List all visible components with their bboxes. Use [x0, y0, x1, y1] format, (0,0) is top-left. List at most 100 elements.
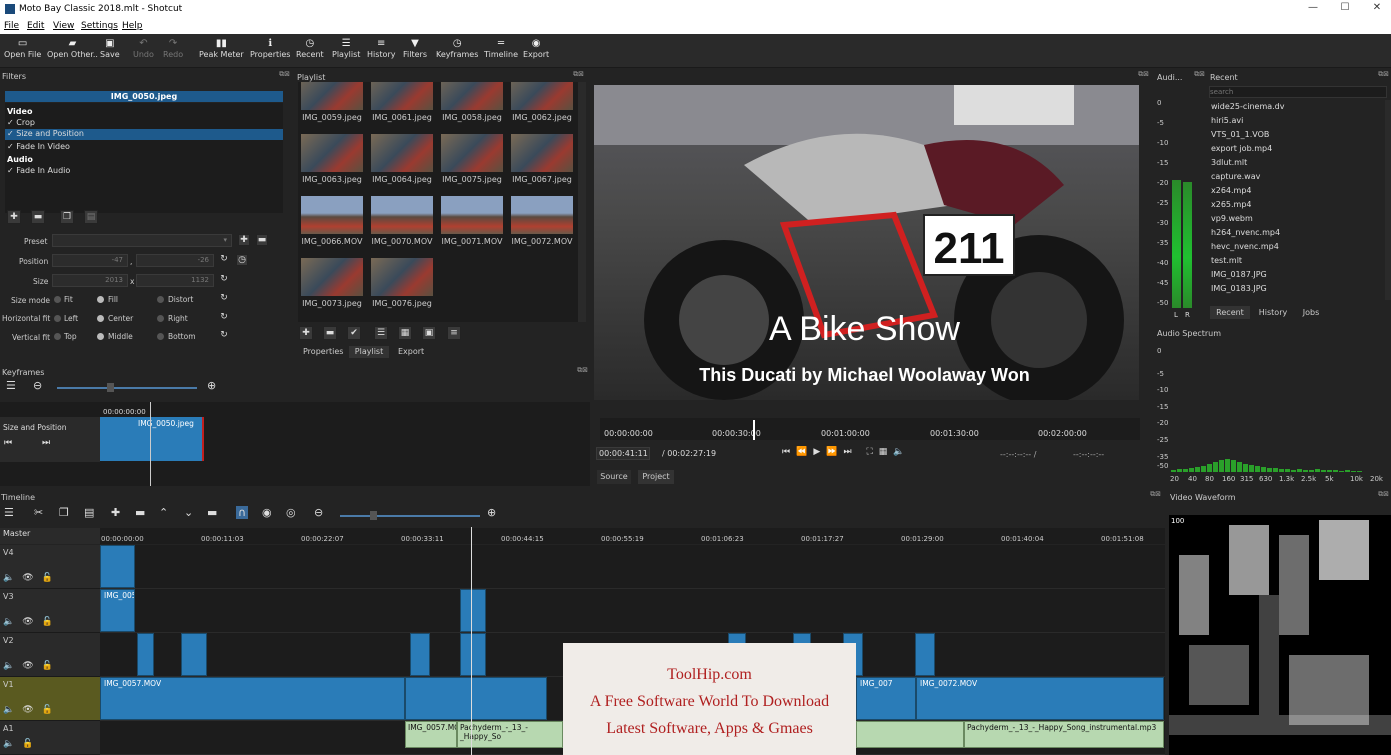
- tab-project[interactable]: Project: [638, 470, 674, 484]
- position-x-field[interactable]: -47: [52, 254, 128, 267]
- timeline-clip[interactable]: IMG_0072.MOV: [916, 677, 1164, 720]
- tab-history[interactable]: History: [1253, 306, 1293, 319]
- menu-settings[interactable]: Settings: [81, 21, 118, 31]
- timeline-zoom-handle[interactable]: [370, 511, 377, 520]
- mute-icon[interactable]: 🔈: [3, 661, 14, 671]
- keyframe-toggle-icon[interactable]: ◷: [236, 254, 248, 266]
- playlist-item[interactable]: IMG_0072.MOV: [509, 196, 575, 256]
- track-header-v2[interactable]: V2 🔈 👁 🔓: [0, 633, 100, 677]
- menu-help[interactable]: Help: [122, 21, 143, 31]
- audio-clip[interactable]: Pachyderm_-_13_-_Happy_So: [457, 721, 563, 748]
- minimize-button[interactable]: —: [1303, 2, 1323, 16]
- mute-icon[interactable]: 🔈: [3, 573, 14, 583]
- previous-keyframe-icon[interactable]: ⏮: [4, 438, 12, 448]
- zoom-out-icon[interactable]: ⊖: [33, 379, 42, 392]
- mute-icon[interactable]: 🔈: [3, 705, 14, 715]
- playlist-item[interactable]: IMG_0070.MOV: [369, 196, 435, 256]
- keyframes-clip[interactable]: IMG_0050.jpeg: [100, 417, 204, 461]
- reset-icon[interactable]: ↻: [218, 312, 230, 324]
- recent-item[interactable]: 3dlut.mlt: [1211, 158, 1247, 167]
- playlist-item[interactable]: IMG_0059.jpeg: [299, 82, 365, 132]
- toolbar-button-keyframes[interactable]: ◷ Keyframes: [436, 38, 478, 59]
- zoom-in-icon[interactable]: ⊕: [487, 506, 496, 519]
- menu-edit[interactable]: Edit: [27, 21, 44, 31]
- playlist-item[interactable]: IMG_0075.jpeg: [439, 134, 505, 194]
- recent-item[interactable]: test.mlt: [1211, 256, 1242, 265]
- radio-top[interactable]: [54, 333, 61, 340]
- radio-middle[interactable]: [97, 333, 104, 340]
- dock-icon[interactable]: ⧉⊠: [279, 70, 290, 79]
- toolbar-button-history[interactable]: ≡ History: [367, 38, 395, 59]
- dock-icon[interactable]: ⧉⊠: [1194, 70, 1205, 79]
- audio-clip[interactable]: Pachyderm_-_13_-_Happy_Song_instrumental…: [964, 721, 1164, 748]
- timeline-clip[interactable]: IMG_0057.MOV: [100, 677, 405, 720]
- current-time-field[interactable]: 00:00:41:11: [596, 447, 650, 460]
- fast-forward-icon[interactable]: ⏩: [826, 447, 843, 457]
- dock-icon[interactable]: ⧉⊠: [1378, 490, 1389, 499]
- details-view-icon[interactable]: ☰: [374, 326, 388, 340]
- skip-previous-icon[interactable]: ⏮: [782, 447, 796, 457]
- toolbar-button-timeline[interactable]: ═ Timeline: [484, 38, 518, 59]
- filter-item-crop[interactable]: ✓ Crop: [7, 118, 283, 129]
- scrub-icon[interactable]: ◉: [262, 506, 272, 519]
- tiles-view-icon[interactable]: ▦: [398, 326, 412, 340]
- lift-icon[interactable]: ⌃: [159, 506, 168, 519]
- playlist-scrollbar[interactable]: [578, 82, 586, 322]
- snap-icon[interactable]: ∩: [236, 506, 249, 519]
- remove-preset-button[interactable]: ▬: [256, 234, 268, 246]
- track-header-a1[interactable]: A1 🔈 🔓: [0, 721, 100, 755]
- dock-icon[interactable]: ⧉⊠: [1150, 490, 1161, 499]
- playlist-item[interactable]: IMG_0063.jpeg: [299, 134, 365, 194]
- lock-icon[interactable]: 🔓: [42, 705, 53, 715]
- toolbar-button-recent[interactable]: ◷ Recent: [296, 38, 324, 59]
- radio-left[interactable]: [54, 315, 61, 322]
- toolbar-button-redo[interactable]: ↷ Redo: [163, 38, 183, 59]
- playlist-item[interactable]: IMG_0064.jpeg: [369, 134, 435, 194]
- filter-item-fade-in-audio[interactable]: ✓ Fade In Audio: [7, 166, 283, 177]
- preset-select[interactable]: ▾: [52, 234, 232, 247]
- add-preset-button[interactable]: ✚: [238, 234, 250, 246]
- add-filter-button[interactable]: ✚: [7, 210, 21, 224]
- recent-item[interactable]: x265.mp4: [1211, 200, 1252, 209]
- position-y-field[interactable]: -26: [136, 254, 214, 267]
- paste-filter-button[interactable]: ▤: [84, 210, 98, 224]
- tab-export[interactable]: Export: [398, 347, 424, 356]
- timeline-playhead[interactable]: [471, 527, 472, 755]
- track-header-v4[interactable]: V4 🔈 👁 🔓: [0, 545, 100, 589]
- timeline-clip[interactable]: [181, 633, 207, 676]
- radio-distort[interactable]: [157, 296, 164, 303]
- playlist-item[interactable]: IMG_0067.jpeg: [509, 134, 575, 194]
- radio-right[interactable]: [157, 315, 164, 322]
- recent-scrollbar[interactable]: [1385, 100, 1391, 300]
- zoom-icon[interactable]: ⛶: [866, 447, 878, 457]
- remove-icon[interactable]: ▬: [135, 506, 145, 519]
- copy-filter-button[interactable]: ❐: [60, 210, 74, 224]
- eye-icon[interactable]: 👁: [22, 617, 33, 627]
- timeline-clip[interactable]: [137, 633, 154, 676]
- zoom-out-icon[interactable]: ⊖: [314, 506, 323, 519]
- dock-icon[interactable]: ⧉⊠: [573, 70, 584, 79]
- update-button[interactable]: ✔: [347, 326, 361, 340]
- reset-icon[interactable]: ↻: [218, 254, 230, 266]
- playlist-item[interactable]: IMG_0073.jpeg: [299, 258, 365, 318]
- remove-from-playlist-button[interactable]: ▬: [323, 326, 337, 340]
- recent-item[interactable]: VTS_01_1.VOB: [1211, 130, 1269, 139]
- timeline-clip[interactable]: IMG_007: [856, 677, 916, 720]
- add-to-playlist-button[interactable]: ✚: [299, 326, 313, 340]
- size-height-field[interactable]: 1132: [136, 274, 214, 287]
- toolbar-button-undo[interactable]: ↶ Undo: [133, 38, 154, 59]
- paste-icon[interactable]: ▤: [84, 506, 94, 519]
- toolbar-button-properties[interactable]: ℹ Properties: [250, 38, 290, 59]
- keyframes-playhead[interactable]: [150, 402, 151, 486]
- tab-recent[interactable]: Recent: [1210, 306, 1250, 319]
- eye-icon[interactable]: 👁: [22, 705, 33, 715]
- recent-item[interactable]: IMG_0183.JPG: [1211, 284, 1267, 293]
- keyframes-menu-icon[interactable]: ☰: [6, 379, 16, 392]
- play-icon[interactable]: ▶: [813, 447, 826, 457]
- append-icon[interactable]: ✚: [111, 506, 120, 519]
- eye-icon[interactable]: 👁: [22, 661, 33, 671]
- recent-item[interactable]: h264_nvenc.mp4: [1211, 228, 1280, 237]
- track-header-v3[interactable]: V3 🔈 👁 🔓: [0, 589, 100, 633]
- radio-center[interactable]: [97, 315, 104, 322]
- zoom-slider-handle[interactable]: [107, 383, 114, 392]
